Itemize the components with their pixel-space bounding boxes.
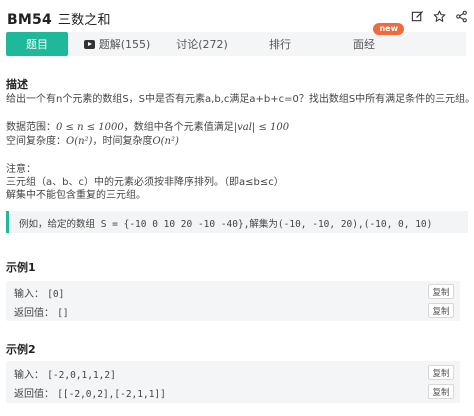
description-heading: 描述 xyxy=(6,78,28,91)
page-title: BM54 三数之和 xyxy=(7,9,111,28)
copy-button[interactable]: 复制 xyxy=(428,365,454,380)
output-label: 返回值： xyxy=(14,389,54,400)
new-badge: new xyxy=(373,23,404,35)
input-label: 输入： xyxy=(14,289,44,300)
example-1-output: 返回值： [] xyxy=(14,304,69,319)
note-line-1: 三元组（a、b、c）中的元素必须按非降序排列。（即a≤b≤c） xyxy=(6,177,284,188)
data-range-mid: ，数组中各个元素值满足 xyxy=(123,122,234,133)
example-2-title: 示例2 xyxy=(6,343,36,356)
example-1-box: 输入： [0] 复制 返回值： [] 复制 xyxy=(6,281,460,321)
copy-button[interactable]: 复制 xyxy=(428,284,454,299)
data-range-math2: |val| ≤ 100 xyxy=(233,122,290,133)
complexity-mid: ，时间复杂度 xyxy=(92,136,153,147)
example-2-input: 输入： [-2,0,1,1,2] xyxy=(14,366,116,381)
problem-name: 三数之和 xyxy=(57,13,111,28)
example-note-text: 例如，给定的数组 S = {-10 0 10 20 -10 -40},解集为(-… xyxy=(19,219,433,230)
complexity-label: 空间复杂度： xyxy=(6,136,66,147)
problem-id: BM54 xyxy=(7,12,52,28)
copy-button[interactable]: 复制 xyxy=(428,384,454,399)
output-value: [[-2,0,2],[-2,1,1]] xyxy=(57,389,166,400)
share-icon[interactable] xyxy=(454,9,468,23)
problem-tabs: 题目 题解(155) 讨论(272) 排行 面经 new xyxy=(6,23,466,56)
tab-solution-label: 题解(155) xyxy=(98,38,151,51)
input-value: [-2,0,1,1,2] xyxy=(47,370,116,381)
output-value: [] xyxy=(57,308,69,319)
edit-icon[interactable] xyxy=(410,9,424,23)
video-icon xyxy=(83,39,95,49)
tab-ranking[interactable]: 排行 xyxy=(238,32,322,56)
description-text: 给出一个有n个元素的数组S，S中是否有元素a,b,c满足a+b+c=0？找出数组… xyxy=(6,94,474,105)
tab-interview-label: 面经 xyxy=(353,38,375,51)
copy-button[interactable]: 复制 xyxy=(428,303,454,318)
complexity: 空间复杂度：O(n²)，时间复杂度O(n²) xyxy=(6,135,179,149)
data-range-label: 数据范围： xyxy=(6,122,56,133)
tab-discussion[interactable]: 讨论(272) xyxy=(166,32,238,56)
space-complexity: O(n²) xyxy=(66,136,93,147)
note-line-2: 解集中不能包含重复的三元组。 xyxy=(6,190,146,201)
tab-interview[interactable]: 面经 new xyxy=(322,23,406,56)
time-complexity: O(n²) xyxy=(152,136,179,147)
tab-solution[interactable]: 题解(155) xyxy=(68,32,166,56)
input-label: 输入： xyxy=(14,370,44,381)
header-actions xyxy=(410,9,468,23)
example-2-box: 输入： [-2,0,1,1,2] 复制 返回值： [[-2,0,2],[-2,1… xyxy=(6,361,460,403)
example-2-output: 返回值： [[-2,0,2],[-2,1,1]] xyxy=(14,385,166,400)
data-range: 数据范围：0 ≤ n ≤ 1000，数组中各个元素值满足|val| ≤ 100 xyxy=(6,121,289,135)
example-1-input: 输入： [0] xyxy=(14,285,64,300)
tab-problem[interactable]: 题目 xyxy=(6,32,68,56)
data-range-math: 0 ≤ n ≤ 1000 xyxy=(56,122,124,133)
star-icon[interactable] xyxy=(432,9,446,23)
example-1-title: 示例1 xyxy=(6,261,36,274)
input-value: [0] xyxy=(47,289,65,300)
example-note-box: 例如，给定的数组 S = {-10 0 10 20 -10 -40},解集为(-… xyxy=(6,211,468,233)
output-label: 返回值： xyxy=(14,308,54,319)
note-heading: 注意： xyxy=(6,164,36,175)
